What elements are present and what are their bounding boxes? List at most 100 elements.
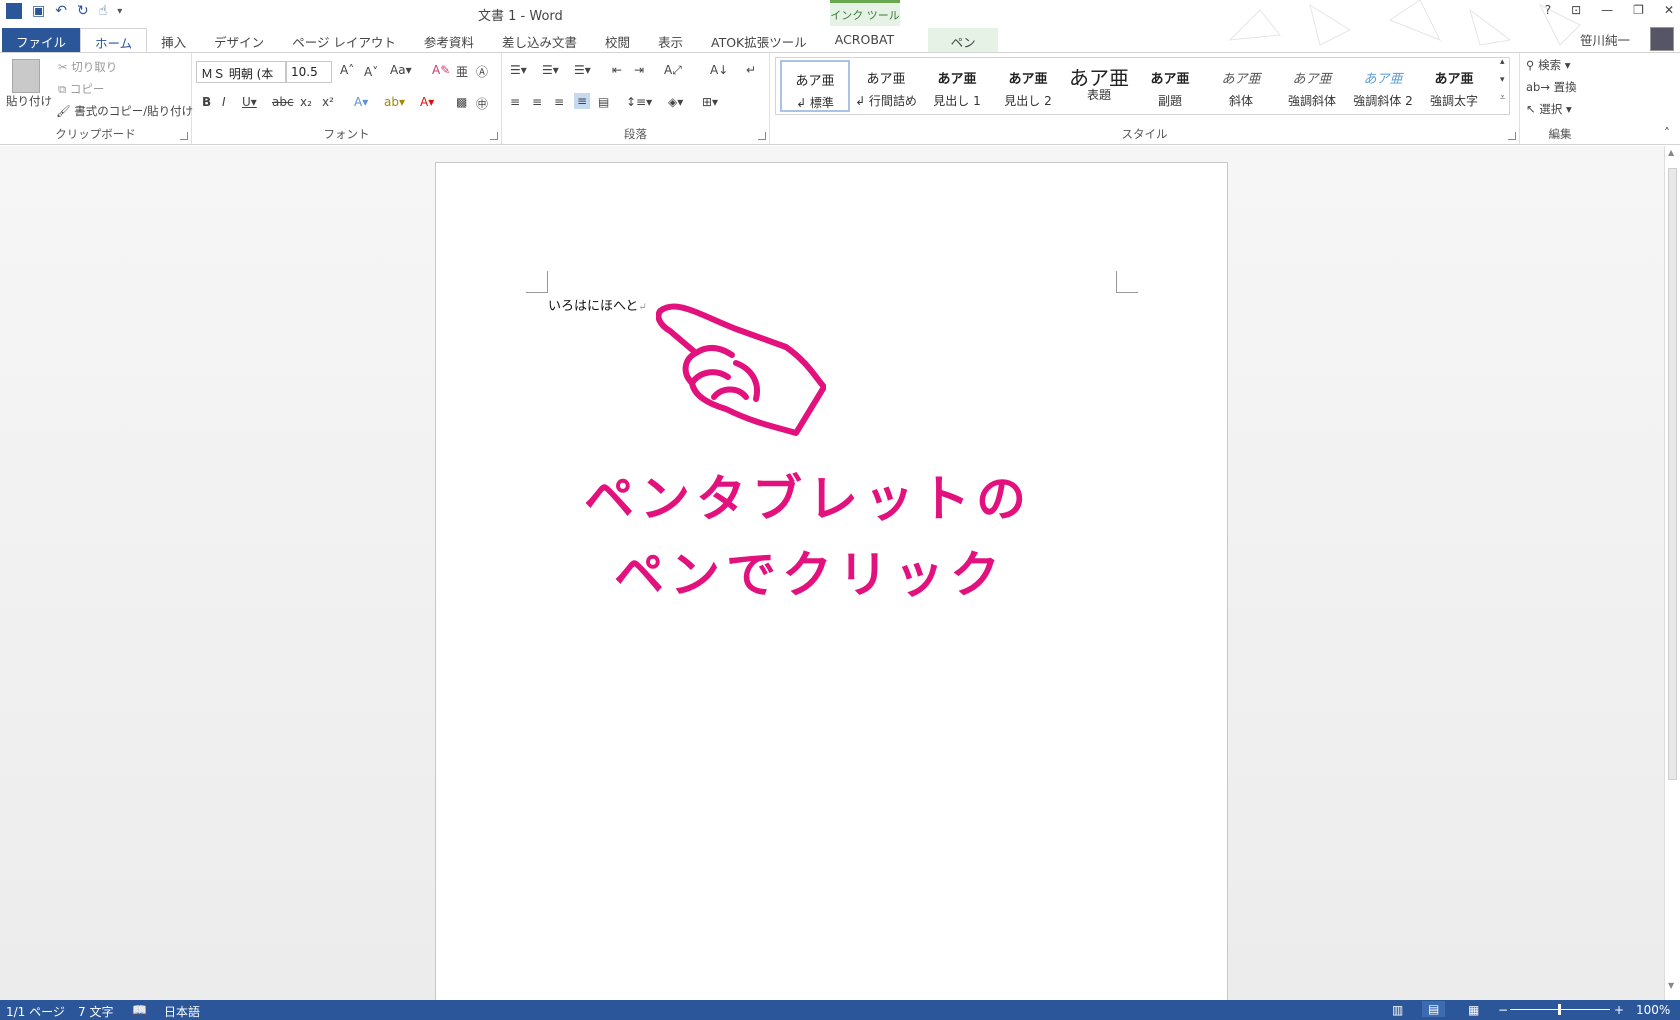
sort-icon[interactable]: A↓ bbox=[710, 63, 728, 77]
copy-button[interactable]: ⧉ コピー bbox=[58, 81, 104, 97]
ribbon-display-options-icon[interactable]: ⊡ bbox=[1571, 3, 1581, 17]
tab-file[interactable]: ファイル bbox=[2, 28, 81, 52]
highlight-icon[interactable]: ab▾ bbox=[384, 95, 405, 109]
decrease-indent-icon[interactable]: ⇤ bbox=[612, 63, 622, 77]
shrink-font-icon[interactable]: A˅ bbox=[364, 65, 378, 79]
show-formatting-marks-icon[interactable]: ↵ bbox=[746, 63, 756, 77]
collapse-ribbon-icon[interactable]: ˄ bbox=[1664, 126, 1670, 140]
gallery-more-icon[interactable]: ⩡ bbox=[1500, 93, 1505, 103]
scroll-up-icon[interactable]: ▲ bbox=[1668, 148, 1674, 157]
close-icon[interactable]: ✕ bbox=[1664, 3, 1674, 17]
gallery-scroll-up-icon[interactable]: ▴ bbox=[1500, 57, 1505, 67]
read-mode-icon[interactable]: ▥ bbox=[1392, 1003, 1403, 1017]
vertical-scrollbar[interactable]: ▲ ▼ bbox=[1664, 146, 1680, 1000]
language-indicator[interactable]: 日本語 bbox=[164, 1003, 200, 1020]
zoom-slider-thumb[interactable] bbox=[1558, 1004, 1561, 1015]
tab-acrobat[interactable]: ACROBAT bbox=[821, 28, 908, 52]
underline-icon[interactable]: U▾ bbox=[242, 95, 257, 109]
borders-icon[interactable]: ⊞▾ bbox=[702, 95, 718, 109]
grow-font-icon[interactable]: A˄ bbox=[340, 63, 354, 77]
phonetic-guide-icon[interactable]: 亜 bbox=[456, 63, 468, 80]
align-right-icon[interactable]: ≡ bbox=[554, 95, 564, 109]
bullets-icon[interactable]: ☰▾ bbox=[510, 63, 527, 77]
superscript-icon[interactable]: x² bbox=[322, 95, 334, 109]
tab-pen[interactable]: ペン bbox=[928, 28, 999, 52]
tab-page-layout[interactable]: ページ レイアウト bbox=[278, 28, 410, 52]
enclosed-character-icon[interactable]: ㊥ bbox=[476, 95, 488, 112]
zoom-level[interactable]: 100% bbox=[1636, 1003, 1670, 1017]
text-direction-icon[interactable]: A⤢ bbox=[664, 63, 682, 78]
text-effects-icon[interactable]: A▾ bbox=[354, 95, 368, 109]
style-item[interactable]: あア亜 ↲ 標準 bbox=[780, 60, 850, 112]
increase-indent-icon[interactable]: ⇥ bbox=[634, 63, 644, 77]
bold-icon[interactable]: B bbox=[202, 95, 211, 109]
italic-icon[interactable]: I bbox=[222, 95, 226, 109]
user-name[interactable]: 笹川純一 bbox=[1580, 30, 1630, 49]
minimize-icon[interactable]: — bbox=[1601, 3, 1613, 17]
font-dialog-launcher[interactable] bbox=[490, 132, 498, 140]
tab-view[interactable]: 表示 bbox=[644, 28, 697, 52]
tab-references[interactable]: 参考資料 bbox=[410, 28, 488, 52]
print-layout-icon[interactable]: ▤ bbox=[1422, 1001, 1446, 1017]
proofing-icon[interactable]: 📖 bbox=[132, 1003, 147, 1017]
align-center-icon[interactable]: ≡ bbox=[532, 95, 542, 109]
character-shading-icon[interactable]: ▩ bbox=[456, 95, 467, 109]
line-spacing-icon[interactable]: ↕≡▾ bbox=[626, 95, 652, 109]
word-app-icon[interactable]: W bbox=[6, 3, 22, 19]
clipboard-dialog-launcher[interactable] bbox=[180, 132, 188, 140]
tab-atok[interactable]: ATOK拡張ツール bbox=[697, 28, 821, 52]
justify-icon[interactable]: ≡ bbox=[574, 93, 591, 109]
style-item[interactable]: あア亜 強調斜体 bbox=[1277, 60, 1347, 112]
tab-mailings[interactable]: 差し込み文書 bbox=[488, 28, 591, 52]
paragraph-dialog-launcher[interactable] bbox=[758, 132, 766, 140]
help-button[interactable]: ? bbox=[1545, 3, 1551, 17]
multilevel-list-icon[interactable]: ☰▾ bbox=[574, 63, 591, 77]
page-count[interactable]: 1/1 ページ bbox=[6, 1003, 65, 1020]
save-icon[interactable]: ▣ bbox=[32, 3, 45, 19]
scroll-down-icon[interactable]: ▼ bbox=[1668, 981, 1674, 990]
replace-button[interactable]: ab→ 置換 bbox=[1526, 79, 1577, 95]
customize-qat-icon[interactable]: ▾ bbox=[117, 6, 122, 17]
change-case-icon[interactable]: Aa▾ bbox=[390, 63, 412, 77]
web-layout-icon[interactable]: ▦ bbox=[1468, 1003, 1479, 1017]
tab-insert[interactable]: 挿入 bbox=[147, 28, 200, 52]
avatar[interactable] bbox=[1650, 27, 1674, 51]
zoom-out-icon[interactable]: − bbox=[1498, 1003, 1508, 1017]
style-item[interactable]: あア亜 斜体 bbox=[1206, 60, 1276, 112]
style-item[interactable]: あア亜 強調太字 bbox=[1419, 60, 1489, 112]
undo-icon[interactable]: ↶ bbox=[55, 3, 67, 19]
distributed-icon[interactable]: ▤ bbox=[598, 95, 609, 109]
subscript-icon[interactable]: x₂ bbox=[300, 95, 312, 109]
gallery-scroll-down-icon[interactable]: ▾ bbox=[1500, 75, 1505, 85]
tab-home[interactable]: ホーム bbox=[80, 28, 148, 52]
restore-icon[interactable]: ❐ bbox=[1633, 3, 1644, 17]
find-button[interactable]: ⚲ 検索 ▾ bbox=[1526, 57, 1571, 73]
paste-button[interactable]: 貼り付け bbox=[6, 93, 52, 109]
style-item[interactable]: あア亜 ↲ 行間詰め bbox=[851, 60, 921, 112]
font-color-icon[interactable]: A▾ bbox=[420, 95, 434, 109]
paste-icon[interactable] bbox=[12, 59, 40, 93]
cut-button[interactable]: ✂ 切り取り bbox=[58, 59, 117, 75]
clear-formatting-icon[interactable]: A✎ bbox=[432, 63, 450, 77]
tab-design[interactable]: デザイン bbox=[200, 28, 278, 52]
style-item[interactable]: あア亜 表題 bbox=[1064, 60, 1134, 112]
numbering-icon[interactable]: ☰▾ bbox=[542, 63, 559, 77]
tab-review[interactable]: 校閲 bbox=[591, 28, 644, 52]
font-name-combo[interactable]: ＭＳ 明朝 (本 bbox=[196, 61, 286, 83]
format-painter-button[interactable]: 🖌 書式のコピー/貼り付け bbox=[56, 103, 193, 119]
styles-dialog-launcher[interactable] bbox=[1508, 132, 1516, 140]
shading-icon[interactable]: ◈▾ bbox=[668, 95, 683, 109]
style-item[interactable]: あア亜 見出し 2 bbox=[993, 60, 1063, 112]
strikethrough-icon[interactable]: abc bbox=[272, 95, 294, 109]
character-border-icon[interactable]: Ⓐ bbox=[476, 63, 488, 80]
document-body-text[interactable]: いろはにほへと↵ bbox=[548, 295, 647, 314]
font-size-combo[interactable]: 10.5 bbox=[286, 61, 332, 83]
document-page[interactable]: いろはにほへと↵ ペンタブレットの ペンでクリック bbox=[435, 162, 1228, 1020]
word-count[interactable]: 7 文字 bbox=[78, 1003, 113, 1020]
vertical-scrollbar-thumb[interactable] bbox=[1668, 168, 1677, 780]
touch-mode-icon[interactable]: ☝ bbox=[99, 3, 108, 19]
style-item[interactable]: あア亜 副題 bbox=[1135, 60, 1205, 112]
style-item[interactable]: あア亜 強調斜体 2 bbox=[1348, 60, 1418, 112]
zoom-in-icon[interactable]: + bbox=[1614, 1003, 1624, 1017]
align-left-icon[interactable]: ≡ bbox=[510, 95, 520, 109]
